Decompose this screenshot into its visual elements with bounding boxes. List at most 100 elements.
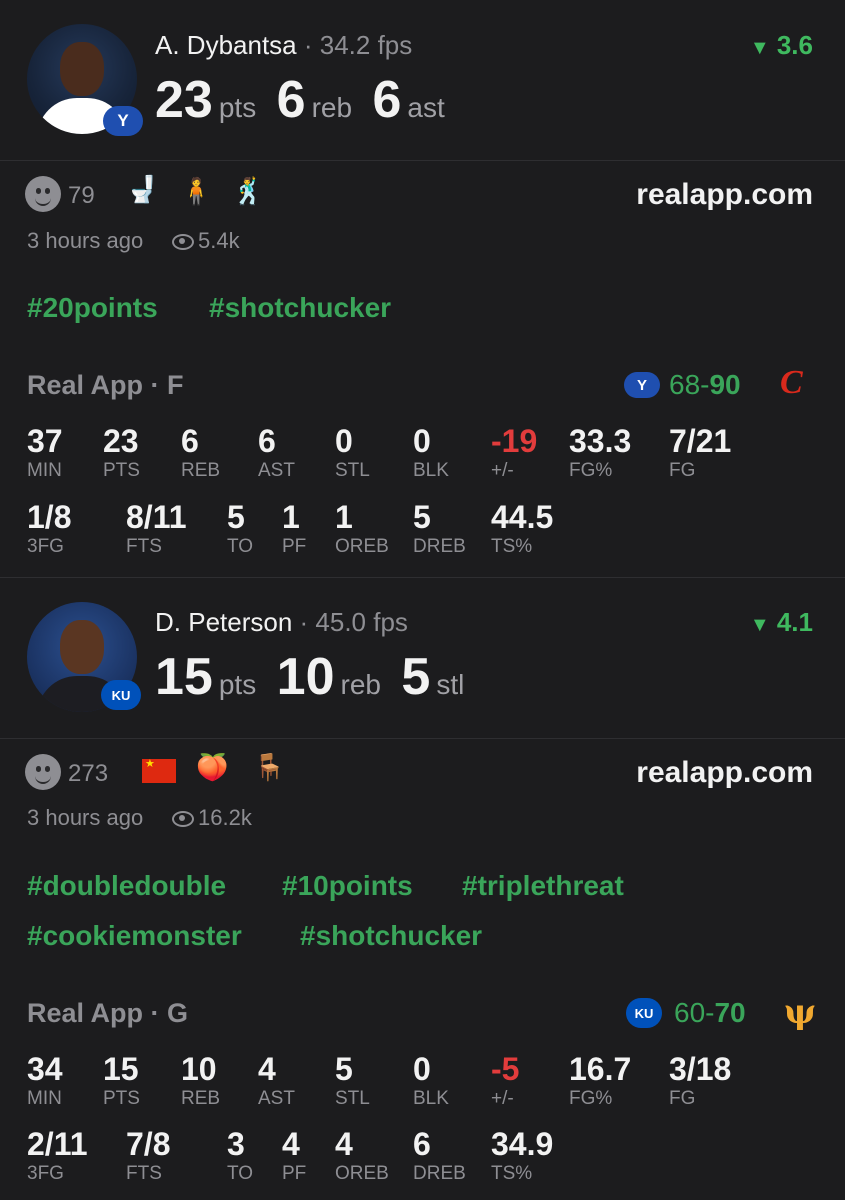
stat-label: PTS — [103, 1088, 140, 1109]
team-badge: Y — [103, 106, 143, 136]
peach-icon[interactable]: 🍑 — [196, 752, 228, 783]
view-count: 5.4k — [198, 228, 240, 253]
stat-value: 1 — [335, 499, 353, 535]
hashtag[interactable]: #10points — [282, 870, 413, 902]
stat-value: 37 — [27, 423, 63, 459]
person-icon[interactable]: 🕺 — [232, 176, 264, 207]
stat-value: 1 — [282, 499, 300, 535]
box-stat: 7/8 FTS — [126, 1126, 170, 1185]
divider — [0, 160, 845, 161]
box-stat: 8/11 FTS — [126, 499, 187, 558]
separator: · — [296, 30, 320, 60]
box-stat: 10 REB — [181, 1051, 220, 1110]
stat-value: 34 — [27, 1051, 63, 1087]
box-stat: 0 STL — [335, 423, 370, 482]
box-stat: 33.3 FG% — [569, 423, 631, 482]
stat-label: STL — [335, 460, 370, 481]
stat-label: +/- — [491, 460, 514, 481]
box-stat: 37 MIN — [27, 423, 63, 482]
stat-label: +/- — [491, 1088, 514, 1109]
game-label: Real App · F — [27, 370, 184, 400]
toilet-icon[interactable]: 🚽 — [126, 174, 158, 205]
game-score: 68-90 — [669, 369, 741, 401]
stat-reb-unit: reb — [311, 92, 353, 123]
stat-label: TS% — [491, 1163, 533, 1184]
source-link[interactable]: realapp.com — [636, 178, 813, 212]
post-card[interactable]: KU D. Peterson · 45.0 fps ▼ 4.1 15 pts 10… — [0, 578, 845, 1200]
separator: · — [292, 607, 316, 637]
stat-ast-value: 6 — [372, 71, 402, 129]
box-stat: -19 +/- — [491, 423, 537, 482]
player-name-line[interactable]: A. Dybantsa · 34.2 fps — [155, 30, 412, 61]
views: 16.2k — [172, 805, 252, 831]
box-stat: 44.5 TS% — [491, 499, 553, 558]
stat-ast-unit: ast — [407, 92, 445, 123]
stat-value: 3 — [227, 1126, 245, 1162]
stat-reb-value: 10 — [276, 648, 335, 706]
box-stat: 6 AST — [258, 423, 295, 482]
stat-label: MIN — [27, 1088, 62, 1109]
chair-icon[interactable]: 🪑 — [253, 752, 285, 783]
score-team: 60 — [674, 997, 706, 1028]
stat-pts-unit: pts — [218, 92, 257, 123]
stat-label: TO — [227, 536, 254, 557]
timestamp: 3 hours ago — [27, 228, 144, 253]
hashtag[interactable]: #shotchucker — [209, 292, 391, 324]
stat-value: -19 — [491, 423, 538, 459]
stat-value: 4 — [282, 1126, 300, 1162]
stat-value: 44.5 — [491, 499, 554, 535]
box-stat: 7/21 FG — [669, 423, 731, 482]
box-stat: 0 BLK — [413, 423, 449, 482]
player-name-line[interactable]: D. Peterson · 45.0 fps — [155, 607, 408, 638]
stat-stl-value: 5 — [401, 648, 431, 706]
box-stat: 6 DREB — [413, 1126, 466, 1185]
post-card[interactable]: Y A. Dybantsa · 34.2 fps ▼ 3.6 23 pts 6 re… — [0, 0, 845, 578]
hashtag[interactable]: #20points — [27, 292, 158, 324]
stat-value: 6 — [258, 423, 276, 459]
flag-icon[interactable]: ★ — [142, 758, 176, 783]
smiley-icon[interactable] — [25, 176, 61, 212]
stat-value: 34.9 — [491, 1126, 554, 1162]
opponent-logo: ψ — [784, 992, 817, 1032]
box-stat: 15 PTS — [103, 1051, 140, 1110]
stat-value: 0 — [413, 1051, 431, 1087]
box-stat: 4 AST — [258, 1051, 295, 1110]
timestamp: 3 hours ago — [27, 805, 144, 830]
stat-label: PF — [282, 536, 307, 557]
trend-down-icon: ▼ — [749, 614, 770, 636]
stat-value: 23 — [103, 423, 139, 459]
stat-value: 6 — [413, 1126, 431, 1162]
stat-label: DREB — [413, 1163, 466, 1184]
game-label: Real App · G — [27, 998, 189, 1028]
player-name[interactable]: D. Peterson — [155, 607, 292, 637]
stat-value: 0 — [413, 423, 431, 459]
stat-value: 1/8 — [27, 499, 72, 535]
stat-value: 4 — [258, 1051, 276, 1087]
stat-value: 5 — [413, 499, 431, 535]
view-count: 16.2k — [198, 805, 252, 830]
stat-label: DREB — [413, 536, 466, 557]
stat-value: 8/11 — [126, 499, 187, 535]
smiley-icon[interactable] — [25, 754, 61, 790]
player-head — [60, 620, 104, 674]
hashtag[interactable]: #cookiemonster — [27, 920, 242, 952]
game-score: 60-70 — [674, 997, 746, 1029]
hashtag[interactable]: #shotchucker — [300, 920, 482, 952]
stat-value: 2/11 — [27, 1126, 88, 1162]
source-link[interactable]: realapp.com — [636, 756, 813, 790]
stat-value: 7/21 — [669, 423, 732, 459]
stat-value: 7/8 — [126, 1126, 171, 1162]
box-stat: 34.9 TS% — [491, 1126, 553, 1185]
player-name[interactable]: A. Dybantsa — [155, 30, 297, 60]
trend-indicator: ▼ 4.1 — [750, 607, 813, 638]
box-stat: 5 STL — [335, 1051, 370, 1110]
person-icon[interactable]: 🧍 — [180, 176, 212, 207]
hashtag[interactable]: #doubledouble — [27, 870, 226, 902]
hashtag[interactable]: #triplethreat — [462, 870, 624, 902]
stat-value: 5 — [227, 499, 245, 535]
stat-label: FG — [669, 460, 696, 481]
stat-pts-value: 23 — [155, 71, 213, 129]
box-stat: 4 PF — [282, 1126, 306, 1185]
team-logo: Y — [624, 372, 660, 398]
box-stat: 3/18 FG — [669, 1051, 731, 1110]
